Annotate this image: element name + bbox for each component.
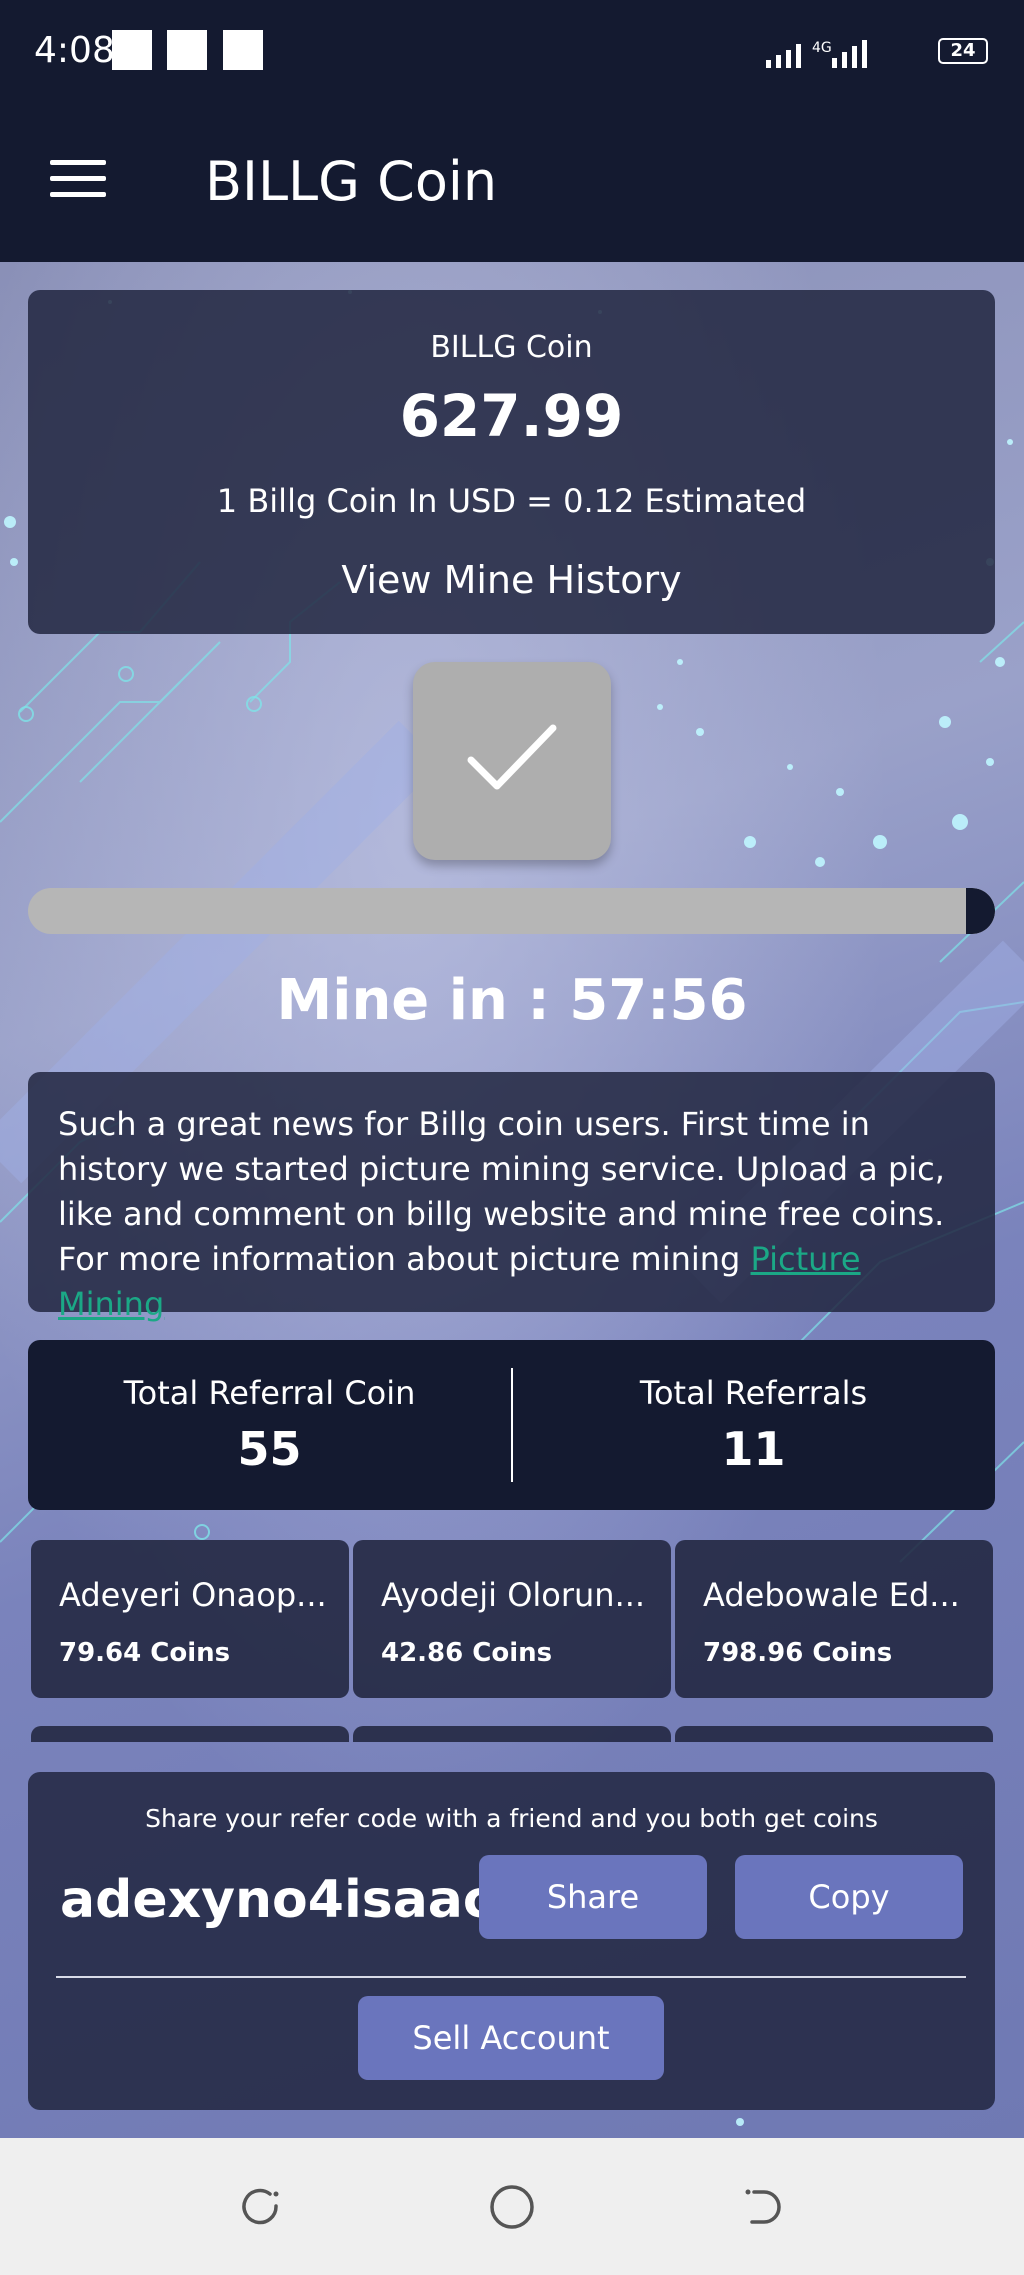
check-icon [467,724,557,790]
app-title: BILLG Coin [205,150,498,213]
home-icon[interactable] [487,2182,537,2232]
referral-stats: Total Referral Coin 55 Total Referrals 1… [28,1340,995,1510]
mine-timer: Mine in : 57:56 [276,968,748,1033]
referral-name: Ayodeji Olorun... [381,1576,646,1614]
total-referral-coin-label: Total Referral Coin [123,1374,416,1412]
sell-account-button[interactable]: Sell Account [358,1996,664,2080]
notification-icon [112,30,152,70]
copy-button[interactable]: Copy [735,1855,963,1939]
share-message: Share your refer code with a friend and … [145,1804,878,1833]
balance-card: BILLG Coin 627.99 1 Billg Coin In USD = … [28,290,995,634]
total-referral-coin: Total Referral Coin 55 [28,1340,511,1510]
referral-card[interactable]: Ayodeji Olorun... 42.86 Coins [353,1540,671,1698]
share-button[interactable]: Share [479,1855,707,1939]
referral-name: Adebowale Ed... [703,1576,960,1614]
usd-rate: 1 Billg Coin In USD = 0.12 Estimated [216,482,807,520]
referral-card[interactable]: Adebowale Ed... 798.96 Coins [675,1540,993,1698]
total-referrals: Total Referrals 11 [512,1340,995,1510]
status-time: 4:08 [34,30,115,71]
main-content: BILLG Coin 627.99 1 Billg Coin In USD = … [0,262,1024,2138]
notification-icon [167,30,207,70]
mining-progress-bar [28,888,995,934]
coin-balance: 627.99 [399,382,624,450]
battery-icon: 24 [938,38,988,64]
referral-name: Adeyeri Onaop... [59,1576,327,1614]
referral-card-partial [675,1726,993,1742]
divider [56,1976,966,1978]
recent-apps-icon[interactable] [236,2182,286,2232]
app-bar: BILLG Coin [0,100,1024,262]
mine-button[interactable] [413,662,611,860]
share-card: Share your refer code with a friend and … [28,1772,995,2110]
network-type: 4G [812,40,832,56]
referral-coins: 42.86 Coins [381,1638,553,1668]
referral-coins: 79.64 Coins [59,1638,231,1668]
referral-card-partial [353,1726,671,1742]
coin-name: BILLG Coin [430,330,593,365]
notification-icon [223,30,263,70]
total-referrals-value: 11 [721,1422,786,1476]
news-text: Such a great news for Billg coin users. … [58,1102,965,1327]
referral-card[interactable]: Adeyeri Onaop... 79.64 Coins [31,1540,349,1698]
menu-icon[interactable] [50,160,106,200]
back-icon[interactable] [738,2182,788,2232]
refer-code: adexyno4isaac [60,1870,494,1930]
referral-coins: 798.96 Coins [703,1638,893,1668]
news-card: Such a great news for Billg coin users. … [28,1072,995,1323]
system-nav-bar [0,2138,1024,2275]
view-mine-history-link[interactable]: View Mine History [28,558,995,602]
referral-card-partial [31,1726,349,1742]
total-referrals-label: Total Referrals [639,1374,868,1412]
status-bar: 4:08 4G 24 [0,0,1024,100]
signal-icon: 4G [766,40,867,68]
total-referral-coin-value: 55 [237,1422,302,1476]
